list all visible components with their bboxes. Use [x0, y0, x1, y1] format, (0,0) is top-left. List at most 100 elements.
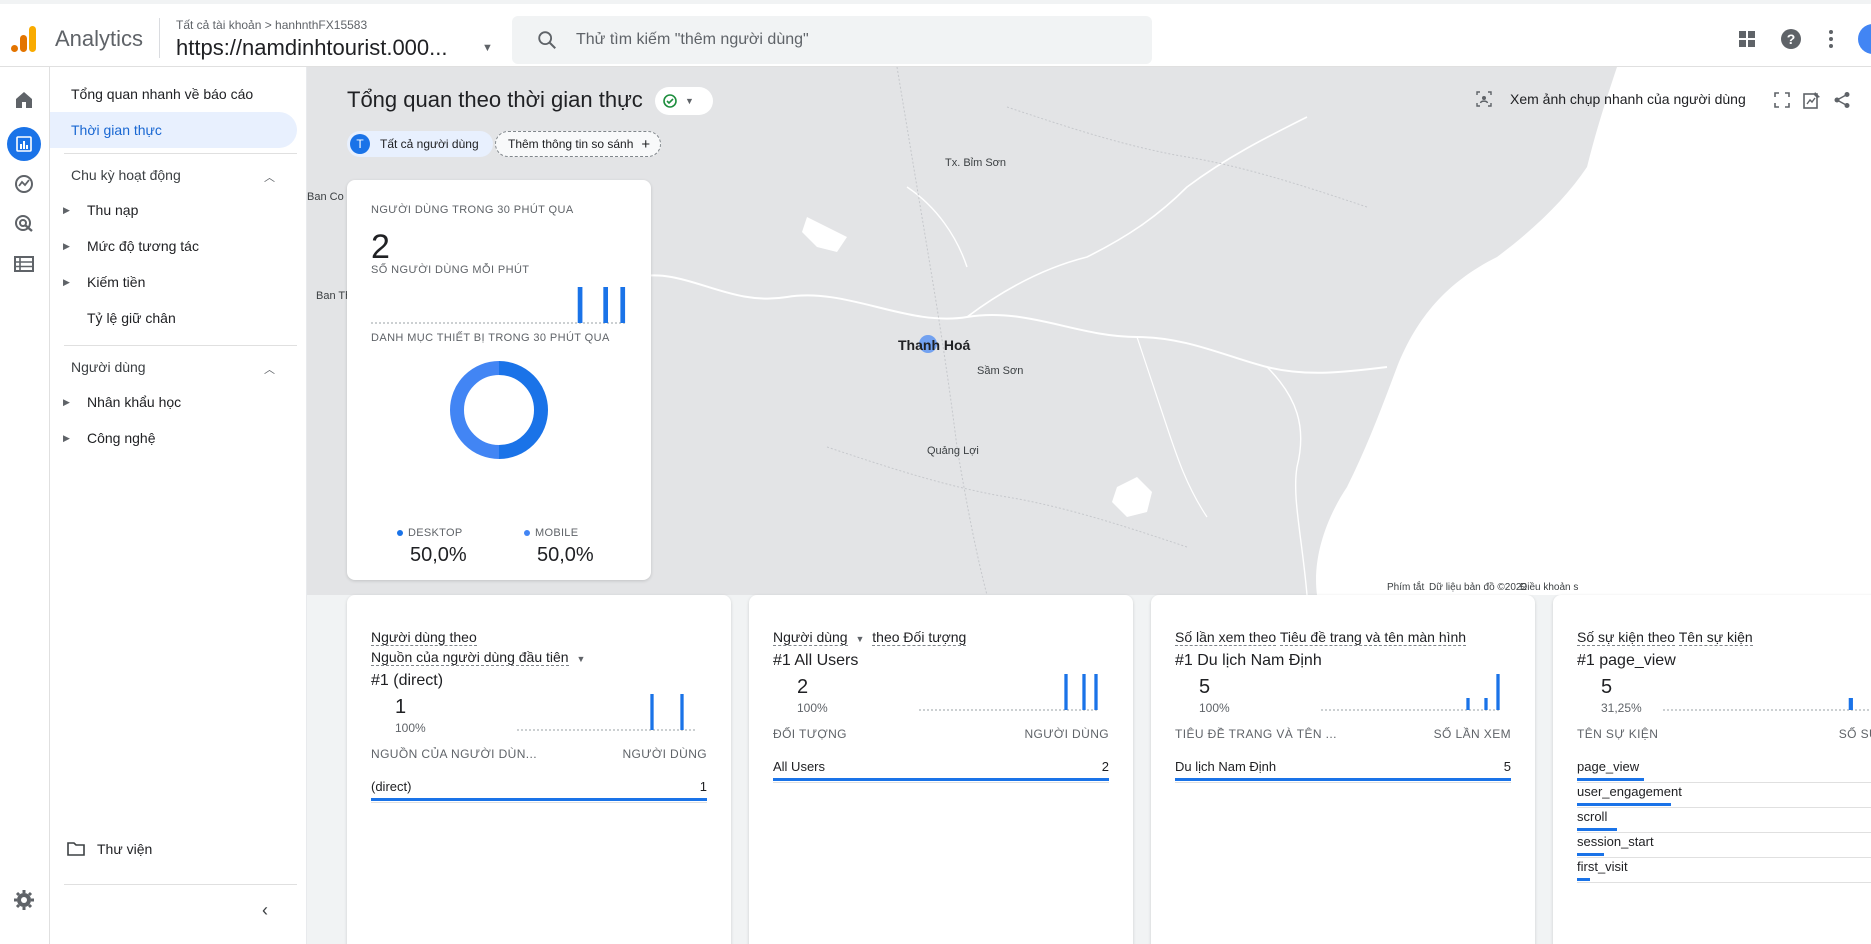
nav-item-engagement[interactable]: ▶ Mức độ tương tác: [50, 228, 297, 264]
left-rail: [0, 67, 50, 944]
sparkline-bar[interactable]: [650, 694, 654, 730]
card-sparkline[interactable]: [517, 691, 697, 731]
card-top-value: 5: [1199, 676, 1211, 698]
donut-slice-desktop[interactable]: [498, 361, 548, 459]
analytics-logo[interactable]: [9, 24, 39, 54]
search-bar[interactable]: Thử tìm kiếm "thêm người dùng": [512, 16, 1152, 64]
customize-report-icon[interactable]: [1801, 89, 1823, 111]
search-input[interactable]: Thử tìm kiếm "thêm người dùng": [576, 31, 809, 49]
nav-item-retention[interactable]: Tỷ lệ giữ chân: [50, 300, 297, 336]
comparison-chip-all-users[interactable]: T Tất cả người dùng: [347, 131, 493, 157]
card-title-metric[interactable]: Số sự kiện theo: [1577, 629, 1676, 646]
nav-library-label: Thư viện: [97, 841, 153, 857]
fullscreen-icon[interactable]: [1771, 89, 1793, 111]
sparkline-bar[interactable]: [1082, 674, 1086, 710]
column-header[interactable]: TÊN SỰ KIỆN: [1577, 727, 1658, 741]
card-sparkline[interactable]: [919, 671, 1099, 711]
nav-item-tech[interactable]: ▶ Công nghệ: [50, 420, 297, 456]
nav-item-label: Nhân khẩu học: [87, 394, 182, 410]
column-header[interactable]: SỐ LẦN XEM: [1434, 727, 1511, 741]
column-header[interactable]: NGUỒN CỦA NGƯỜI DÙN...: [371, 747, 537, 761]
nav-item-overview[interactable]: Tổng quan nhanh về báo cáo: [50, 76, 297, 112]
map-shortcuts-link[interactable]: Phím tắt: [1387, 582, 1424, 593]
share-icon[interactable]: [1831, 89, 1853, 111]
card-title-dimension[interactable]: Tên sự kiện: [1678, 629, 1753, 646]
map-data-credit: Dữ liệu bản đồ ©2022: [1429, 582, 1528, 593]
donut-slice-mobile[interactable]: [450, 361, 500, 459]
chip-label: Thêm thông tin so sánh: [508, 137, 634, 151]
row-share-bar: [371, 798, 707, 801]
account-avatar[interactable]: [1858, 24, 1871, 54]
chip-label: Tất cả người dùng: [380, 137, 479, 151]
sparkline-bar[interactable]: [1064, 674, 1068, 710]
nav-section-user[interactable]: Người dùng ︿: [71, 359, 297, 377]
page-title: Tổng quan theo thời gian thực: [347, 87, 643, 112]
card-title-dimension[interactable]: Tiêu đề trang và tên màn hình: [1279, 629, 1467, 646]
table-row[interactable]: All Users 2: [773, 759, 1109, 789]
chip-initial: T: [350, 134, 370, 154]
status-chip[interactable]: ▼: [655, 87, 713, 115]
add-comparison-button[interactable]: Thêm thông tin so sánh +: [495, 131, 662, 157]
card-title-metric[interactable]: Người dùng theo: [371, 629, 477, 646]
card-title-metric[interactable]: Số lần xem theo: [1175, 629, 1277, 646]
chevron-up-icon[interactable]: ︿: [264, 169, 275, 185]
sparkline-bar[interactable]: [1466, 698, 1470, 710]
row-divider: [371, 802, 707, 803]
card-top-value: 2: [797, 676, 809, 698]
column-header[interactable]: SỐ SỰ KIỆN: [1839, 727, 1871, 741]
nav-item-library[interactable]: Thư viện: [67, 841, 152, 857]
sparkline-bar[interactable]: [1848, 698, 1853, 710]
sparkline-bar[interactable]: [680, 694, 684, 730]
card-dimension-selector[interactable]: Nguồn của người dùng đầu tiên: [371, 649, 569, 666]
account-breadcrumb[interactable]: Tất cả tài khoản > hanhnthFX15583: [176, 18, 367, 32]
column-header[interactable]: NGƯỜI DÙNG: [622, 747, 707, 761]
users-per-minute-chart[interactable]: [371, 284, 627, 324]
sparkline-bar[interactable]: [620, 287, 626, 323]
caret-down-icon[interactable]: ▼: [576, 654, 585, 664]
admin-settings-icon[interactable]: [11, 887, 37, 913]
table-row[interactable]: (direct) 1: [371, 779, 707, 809]
configure-icon[interactable]: [11, 251, 37, 277]
table-row[interactable]: Du lịch Nam Định 5: [1175, 759, 1511, 789]
nav-item-acquisition[interactable]: ▶ Thu nạp: [50, 192, 297, 228]
card-top-item: #1 Du lịch Nam Định: [1175, 652, 1322, 669]
collapse-nav-icon[interactable]: ‹: [262, 900, 268, 921]
sparkline-bar[interactable]: [603, 287, 609, 323]
user-snapshot-button[interactable]: Xem ảnh chụp nhanh của người dùng: [1476, 87, 1746, 111]
sparkline-bar[interactable]: [1094, 674, 1098, 710]
sparkline-bar[interactable]: [1496, 674, 1500, 710]
column-header[interactable]: NGƯỜI DÙNG: [1024, 727, 1109, 741]
row-value: 5: [1503, 759, 1511, 774]
nav-section-lifecycle[interactable]: Chu kỳ hoạt động ︿: [71, 167, 297, 185]
home-icon[interactable]: [11, 87, 37, 113]
card-title-dimension[interactable]: theo Đối tượng: [872, 629, 967, 646]
row-divider: [1175, 782, 1511, 783]
property-dropdown-icon[interactable]: ▼: [482, 42, 493, 54]
nav-item-demographics[interactable]: ▶ Nhân khẩu học: [50, 384, 297, 420]
nav-item-label: Thu nạp: [87, 202, 139, 218]
legend-dot: [397, 530, 403, 536]
sparkline-bar[interactable]: [577, 287, 583, 323]
caret-down-icon[interactable]: ▼: [855, 634, 864, 644]
sparkline-bar[interactable]: [1484, 698, 1488, 710]
device-donut-chart[interactable]: [445, 356, 553, 464]
column-header[interactable]: TIÊU ĐỀ TRANG VÀ TÊN ...: [1175, 727, 1337, 741]
advertising-icon[interactable]: [11, 211, 37, 237]
nav-item-monetization[interactable]: ▶ Kiếm tiền: [50, 264, 297, 300]
help-icon[interactable]: ?: [1780, 28, 1802, 50]
map-terms-link[interactable]: Điều khoản s: [1520, 582, 1578, 593]
property-selector[interactable]: https://namdinhtourist.000...: [176, 35, 448, 61]
more-vert-icon[interactable]: [1820, 28, 1842, 50]
nav-item-realtime[interactable]: Thời gian thực: [50, 112, 297, 148]
legend-mobile: MOBILE: [524, 527, 578, 539]
card-title: Người dùng theo Nguồn của người dùng đầu…: [371, 627, 585, 669]
apps-grid-icon[interactable]: [1736, 28, 1758, 50]
reports-icon[interactable]: [7, 127, 41, 161]
chevron-up-icon[interactable]: ︿: [264, 361, 275, 377]
card-sparkline[interactable]: [1321, 671, 1501, 711]
explore-icon[interactable]: [11, 171, 37, 197]
card-metric-selector[interactable]: Người dùng: [773, 629, 848, 646]
column-header[interactable]: ĐỐI TƯỢNG: [773, 727, 847, 741]
table-row[interactable]: first_visit1: [1577, 859, 1871, 889]
card-sparkline[interactable]: [1663, 671, 1871, 711]
